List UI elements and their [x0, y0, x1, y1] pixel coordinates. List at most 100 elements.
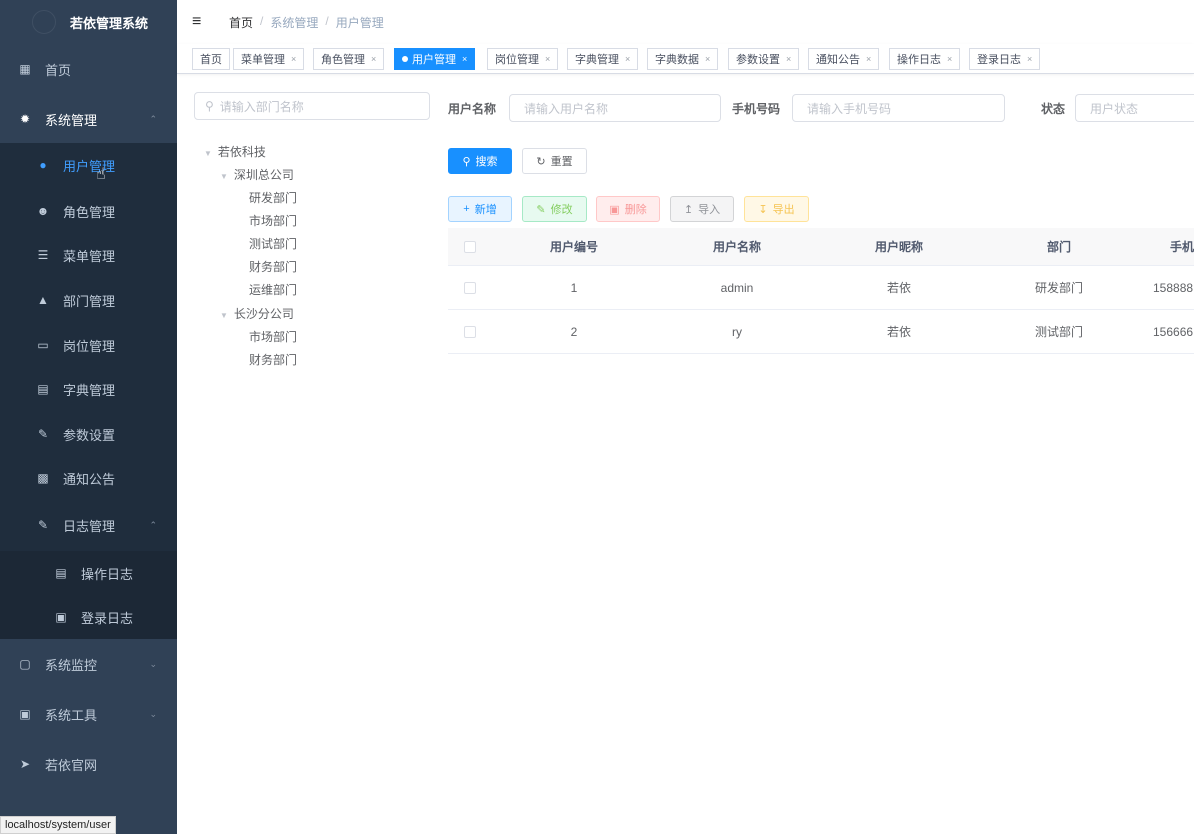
- table-row[interactable]: 2 ry 若依 测试部门 156666: [448, 310, 1194, 354]
- sidebar-item-log[interactable]: ✎ 日志管理 ⌃: [0, 503, 177, 547]
- sidebar-item-guide[interactable]: ➤ 若依官网: [0, 742, 177, 786]
- tag-notice[interactable]: 通知公告 ×: [808, 48, 880, 70]
- sidebar: 若依管理系统 ▦ 首页 ✹ 系统管理 ⌃ ● 用户管理 ☻ 角色管理 ☰ 菜单管…: [0, 0, 177, 834]
- select-all-checkbox[interactable]: [464, 240, 476, 253]
- sidebar-item-label: 登录日志: [81, 610, 134, 626]
- close-icon[interactable]: ×: [947, 54, 952, 64]
- row-checkbox[interactable]: [464, 325, 476, 338]
- close-icon[interactable]: ×: [545, 54, 550, 64]
- tag-dict[interactable]: 字典管理 ×: [567, 48, 639, 70]
- sidebar-item-monitor[interactable]: ▢ 系统监控 ⌄: [0, 642, 177, 686]
- tree-node-finance-cs[interactable]: 财务部门: [249, 351, 297, 368]
- tag-menu[interactable]: 菜单管理 ×: [233, 48, 305, 70]
- trash-icon: ▣: [609, 203, 620, 216]
- sidebar-item-label: 字典管理: [63, 382, 116, 398]
- sidebar-item-notice[interactable]: ▩ 通知公告: [0, 456, 177, 500]
- tree-node-ops[interactable]: 运维部门: [249, 281, 297, 298]
- tree-node-label: 市场部门: [249, 214, 298, 228]
- tag-config[interactable]: 参数设置 ×: [728, 48, 800, 70]
- header-phone[interactable]: 手机: [1138, 228, 1194, 265]
- close-icon[interactable]: ×: [462, 54, 467, 64]
- download-icon: ↧: [758, 203, 768, 216]
- sidebar-item-logininfor[interactable]: ▣ 登录日志: [0, 595, 177, 639]
- phone-label: 手机号码: [732, 102, 781, 116]
- chevron-down-icon: ⌄: [149, 708, 157, 719]
- close-icon[interactable]: ×: [371, 54, 376, 64]
- close-icon[interactable]: ×: [1027, 54, 1032, 64]
- sidebar-item-dept[interactable]: ▲ 部门管理: [0, 278, 177, 322]
- search-button[interactable]: ⚲ 搜索: [448, 148, 512, 174]
- tag-label: 通知公告: [816, 54, 860, 66]
- sidebar-item-operlog[interactable]: ▤ 操作日志: [0, 551, 177, 595]
- tree-node-test[interactable]: 测试部门: [249, 235, 297, 252]
- delete-button[interactable]: ▣ 删除: [596, 196, 660, 222]
- tree-node-changsha[interactable]: ▼ 长沙分公司: [220, 305, 294, 322]
- sidebar-item-tool[interactable]: ▣ 系统工具 ⌄: [0, 692, 177, 736]
- export-button-label: 导出: [772, 204, 795, 216]
- peoples-icon: ☻: [36, 204, 50, 218]
- tag-role[interactable]: 角色管理 ×: [313, 48, 385, 70]
- tree-node-label: 研发部门: [249, 191, 298, 205]
- tree-node-shenzhen[interactable]: ▼ 深圳总公司: [220, 166, 294, 183]
- tree-node-root[interactable]: ▼ 若依科技: [204, 143, 266, 160]
- add-button-label: 新增: [474, 204, 497, 216]
- table-header: 用户编号 用户名称 用户昵称 部门 手机: [448, 228, 1194, 266]
- tree-node-market[interactable]: 市场部门: [249, 212, 297, 229]
- tree-node-finance[interactable]: 财务部门: [249, 258, 297, 275]
- close-icon[interactable]: ×: [705, 54, 710, 64]
- tree-table-icon: ☰: [37, 248, 49, 262]
- header-nickname[interactable]: 用户昵称: [818, 228, 980, 265]
- hamburger-icon[interactable]: ≡: [192, 13, 210, 31]
- phone-input[interactable]: 请输入手机号码: [792, 94, 1005, 122]
- header-user-id[interactable]: 用户编号: [492, 228, 656, 265]
- sidebar-item-dict[interactable]: ▤ 字典管理: [0, 367, 177, 411]
- close-icon[interactable]: ×: [866, 54, 871, 64]
- tag-user[interactable]: 用户管理 ×: [394, 48, 476, 70]
- add-button[interactable]: + 新增: [448, 196, 512, 222]
- tree-node-market-cs[interactable]: 市场部门: [249, 328, 297, 345]
- cell-user-id: 1: [570, 280, 578, 295]
- tag-label: 参数设置: [736, 54, 780, 66]
- tag-label: 用户管理: [412, 54, 456, 66]
- tree-node-label: 深圳总公司: [233, 168, 294, 182]
- header-dept[interactable]: 部门: [980, 228, 1138, 265]
- tag-dict-data[interactable]: 字典数据 ×: [647, 48, 719, 70]
- tag-home[interactable]: 首页: [192, 48, 230, 70]
- sidebar-item-menu[interactable]: ☰ 菜单管理: [0, 233, 177, 277]
- sidebar-item-role[interactable]: ☻ 角色管理: [0, 189, 177, 233]
- sidebar-item-user[interactable]: ● 用户管理: [0, 143, 177, 187]
- tag-operlog[interactable]: 操作日志 ×: [889, 48, 961, 70]
- close-icon[interactable]: ×: [625, 54, 630, 64]
- cell-nickname: 若依: [886, 281, 911, 295]
- sidebar-item-config[interactable]: ✎ 参数设置: [0, 412, 177, 456]
- sidebar-item-post[interactable]: ▭ 岗位管理: [0, 323, 177, 367]
- tree-node-label: 若依科技: [217, 145, 266, 159]
- status-select[interactable]: 用户状态: [1075, 94, 1194, 122]
- username-input[interactable]: 请输入用户名称: [509, 94, 721, 122]
- edit-button[interactable]: ✎ 修改: [522, 196, 587, 222]
- row-checkbox[interactable]: [464, 281, 476, 294]
- caret-down-icon: ▼: [204, 149, 212, 158]
- sidebar-item-system[interactable]: ✹ 系统管理 ⌃: [0, 98, 177, 140]
- app-root: 若依管理系统 ▦ 首页 ✹ 系统管理 ⌃ ● 用户管理 ☻ 角色管理 ☰ 菜单管…: [0, 0, 1194, 834]
- breadcrumb-home[interactable]: 首页: [229, 14, 253, 31]
- import-button[interactable]: ↥ 导入: [670, 196, 734, 222]
- sidebar-item-label: 日志管理: [63, 518, 116, 534]
- table-row[interactable]: 1 admin 若依 研发部门 158888: [448, 266, 1194, 310]
- tag-label: 操作日志: [897, 54, 941, 66]
- tag-logininfor[interactable]: 登录日志 ×: [969, 48, 1041, 70]
- logo[interactable]: 若依管理系统: [0, 0, 177, 44]
- sidebar-item-label: 部门管理: [63, 293, 116, 309]
- tag-post[interactable]: 岗位管理 ×: [487, 48, 559, 70]
- tree-node-rd[interactable]: 研发部门: [249, 189, 297, 206]
- sidebar-item-label: 通知公告: [63, 471, 116, 487]
- export-button[interactable]: ↧ 导出: [744, 196, 809, 222]
- reset-button[interactable]: ↻ 重置: [522, 148, 587, 174]
- close-icon[interactable]: ×: [291, 54, 296, 64]
- header-username[interactable]: 用户名称: [656, 228, 818, 265]
- tag-label: 字典数据: [655, 54, 699, 66]
- close-icon[interactable]: ×: [786, 54, 791, 64]
- status-label: 状态: [1041, 102, 1066, 116]
- dept-search-input[interactable]: ⚲ 请输入部门名称: [194, 92, 430, 120]
- sidebar-item-home[interactable]: ▦ 首页: [0, 48, 177, 90]
